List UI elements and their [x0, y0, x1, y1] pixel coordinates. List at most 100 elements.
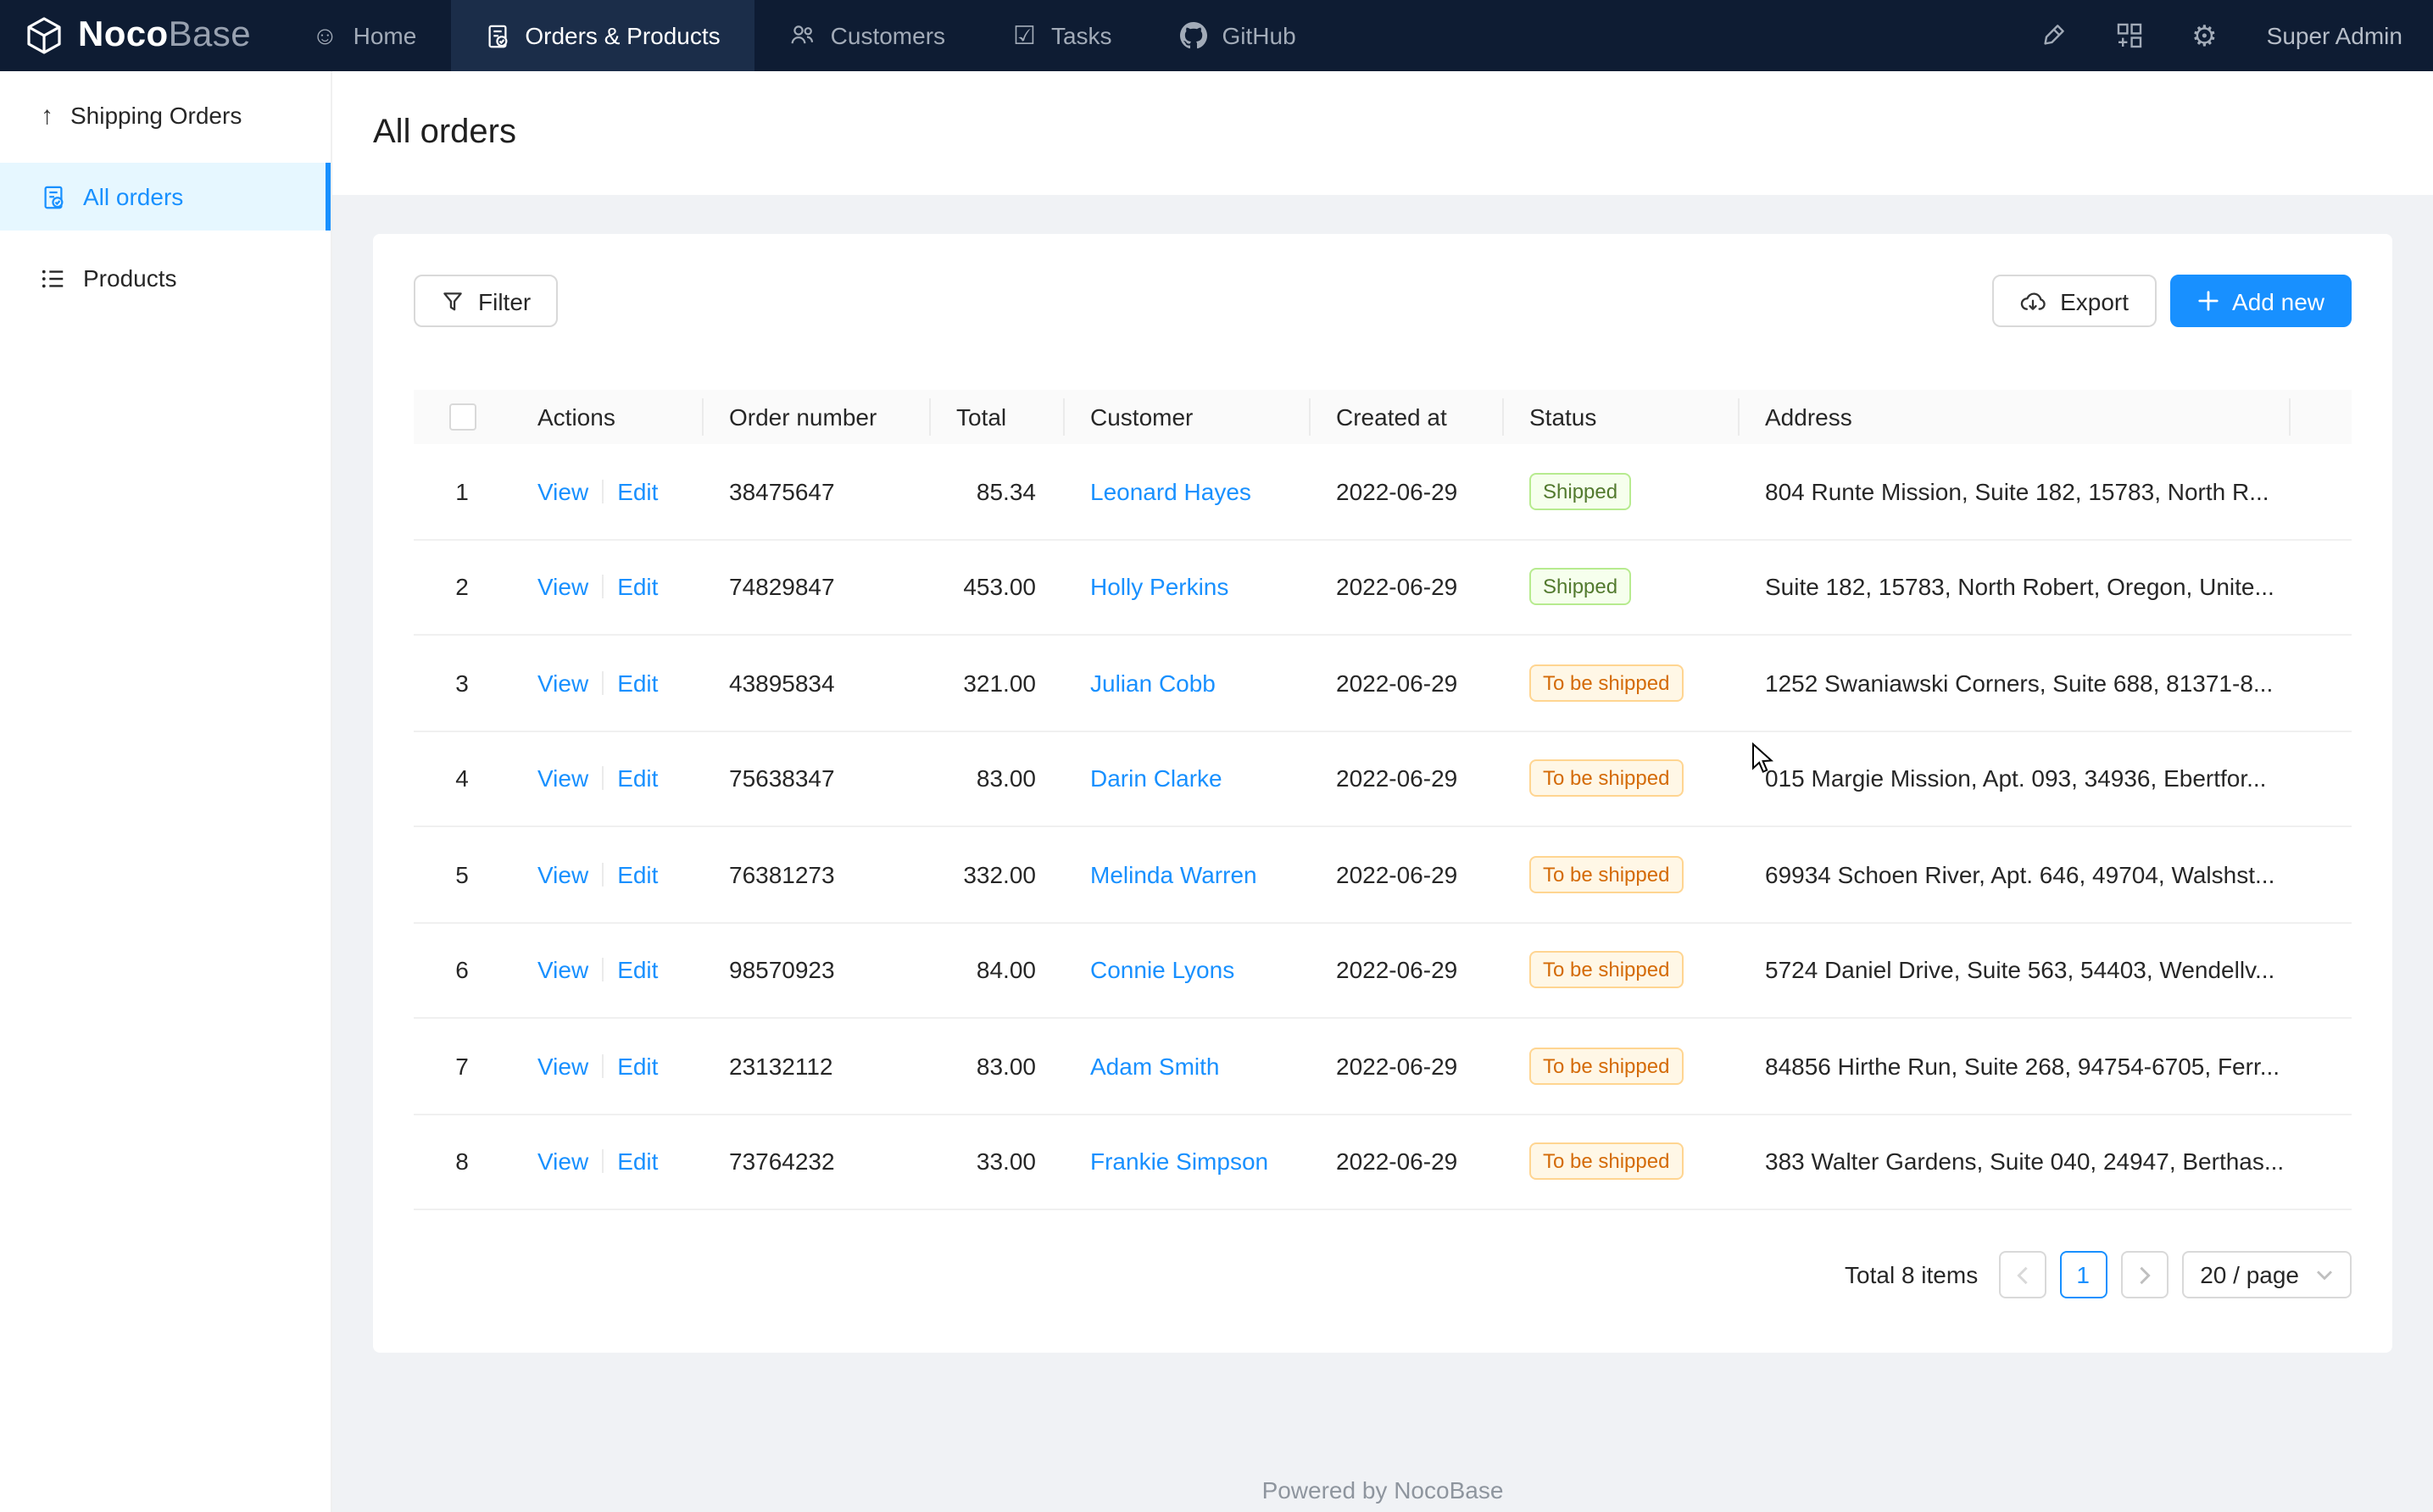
row-index: 6: [414, 957, 510, 984]
customer-link[interactable]: Julian Cobb: [1090, 670, 1216, 697]
view-link[interactable]: View: [537, 1148, 588, 1176]
tab-tasks[interactable]: ☑ Tasks: [979, 0, 1146, 71]
order-number-cell: 76381273: [702, 861, 929, 888]
view-link[interactable]: View: [537, 861, 588, 888]
chevron-right-icon: [2137, 1265, 2151, 1284]
customer-link[interactable]: Frankie Simpson: [1090, 1148, 1268, 1176]
status-cell: To be shipped: [1502, 664, 1738, 702]
customer-cell: Melinda Warren: [1063, 861, 1309, 888]
action-divider: [602, 671, 604, 695]
toolbar: Filter Export Add new: [414, 275, 2352, 327]
customer-link[interactable]: Connie Lyons: [1090, 957, 1234, 984]
prev-page-button[interactable]: [1998, 1251, 2046, 1298]
edit-link[interactable]: Edit: [617, 861, 658, 888]
view-link[interactable]: View: [537, 670, 588, 697]
customer-cell: Holly Perkins: [1063, 574, 1309, 601]
view-link[interactable]: View: [537, 1053, 588, 1080]
edit-link[interactable]: Edit: [617, 574, 658, 601]
edit-link[interactable]: Edit: [617, 670, 658, 697]
row-actions: View Edit: [510, 574, 702, 601]
select-all-checkbox[interactable]: [448, 403, 476, 431]
status-badge: Shipped: [1529, 569, 1631, 606]
row-actions: View Edit: [510, 861, 702, 888]
page-1-button[interactable]: 1: [2059, 1251, 2107, 1298]
status-cell: To be shipped: [1502, 952, 1738, 989]
page-size-select[interactable]: 20 / page: [2181, 1251, 2352, 1298]
created-at-cell: 2022-06-29: [1309, 1148, 1502, 1176]
status-cell: Shipped: [1502, 473, 1738, 510]
table-row: 3 View Edit 43895834 321.00 Julian Cobb …: [414, 634, 2352, 730]
add-new-button[interactable]: Add new: [2169, 275, 2352, 327]
nocobase-logo[interactable]: NocoBase: [0, 0, 278, 71]
sidebar-item-shipping-orders[interactable]: ↑ Shipping Orders: [0, 81, 331, 149]
table-header: Actions Order number Total Customer Crea…: [414, 390, 2352, 444]
edit-link[interactable]: Edit: [617, 478, 658, 505]
edit-link[interactable]: Edit: [617, 765, 658, 792]
total-cell: 84.00: [929, 957, 1063, 984]
customer-link[interactable]: Adam Smith: [1090, 1053, 1220, 1080]
pagination: Total 8 items 1 20 / page: [414, 1251, 2352, 1298]
action-divider: [602, 959, 604, 982]
export-button[interactable]: Export: [1992, 275, 2156, 327]
address-cell: 69934 Schoen River, Apt. 646, 49704, Wal…: [1738, 861, 2352, 888]
edit-link[interactable]: Edit: [617, 1053, 658, 1080]
row-actions: View Edit: [510, 765, 702, 792]
sidebar-item-all-orders[interactable]: All orders: [0, 163, 331, 231]
tab-github[interactable]: GitHub: [1146, 0, 1330, 71]
customer-link[interactable]: Melinda Warren: [1090, 861, 1257, 888]
order-number-cell: 75638347: [702, 765, 929, 792]
tab-customers[interactable]: Customers: [754, 0, 979, 71]
github-icon: [1180, 22, 1207, 49]
total-cell: 83.00: [929, 765, 1063, 792]
customer-link[interactable]: Holly Perkins: [1090, 574, 1228, 601]
address-cell: 015 Margie Mission, Apt. 093, 34936, Ebe…: [1738, 765, 2352, 792]
highlighter-icon[interactable]: [2039, 22, 2066, 49]
tab-orders-products[interactable]: Orders & Products: [450, 0, 754, 71]
tab-home[interactable]: ☺ Home: [278, 0, 450, 71]
status-badge: To be shipped: [1529, 760, 1683, 798]
appstore-add-icon[interactable]: [2115, 22, 2142, 49]
view-link[interactable]: View: [537, 765, 588, 792]
gear-icon[interactable]: ⚙: [2191, 21, 2218, 50]
total-cell: 33.00: [929, 1148, 1063, 1176]
table-row: 4 View Edit 75638347 83.00 Darin Clarke …: [414, 730, 2352, 825]
user-menu[interactable]: Super Admin: [2267, 22, 2402, 49]
next-page-button[interactable]: [2120, 1251, 2168, 1298]
check-square-icon: ☑: [1013, 23, 1036, 48]
table-row: 5 View Edit 76381273 332.00 Melinda Warr…: [414, 825, 2352, 921]
row-index: 3: [414, 670, 510, 697]
powered-by-footer: Powered by NocoBase: [332, 1476, 2433, 1504]
status-cell: To be shipped: [1502, 1143, 1738, 1181]
edit-link[interactable]: Edit: [617, 957, 658, 984]
edit-link[interactable]: Edit: [617, 1148, 658, 1176]
action-divider: [602, 1150, 604, 1174]
toolbar-right: Export Add new: [1992, 275, 2352, 327]
table-row: 2 View Edit 74829847 453.00 Holly Perkin…: [414, 538, 2352, 634]
action-divider: [602, 575, 604, 599]
row-index: 8: [414, 1148, 510, 1176]
tab-label: Tasks: [1051, 22, 1112, 49]
table-row: 6 View Edit 98570923 84.00 Connie Lyons …: [414, 921, 2352, 1017]
order-check-icon: [484, 23, 509, 48]
sidebar-item-label: All orders: [83, 183, 183, 210]
logo-text: NocoBase: [78, 15, 251, 56]
add-new-label: Add new: [2232, 287, 2324, 314]
customer-link[interactable]: Darin Clarke: [1090, 765, 1222, 792]
row-actions: View Edit: [510, 1148, 702, 1176]
customer-cell: Connie Lyons: [1063, 957, 1309, 984]
customer-link[interactable]: Leonard Hayes: [1090, 478, 1251, 505]
export-label: Export: [2060, 287, 2129, 314]
sidebar: ↑ Shipping Orders All orders Products: [0, 71, 332, 1512]
view-link[interactable]: View: [537, 957, 588, 984]
column-header-actions: Actions: [510, 390, 702, 444]
sidebar-item-products[interactable]: Products: [0, 244, 331, 312]
row-actions: View Edit: [510, 670, 702, 697]
view-link[interactable]: View: [537, 574, 588, 601]
sidebar-item-label: Shipping Orders: [70, 102, 242, 129]
filter-button[interactable]: Filter: [414, 275, 558, 327]
address-cell: 84856 Hirthe Run, Suite 268, 94754-6705,…: [1738, 1053, 2352, 1080]
created-at-cell: 2022-06-29: [1309, 574, 1502, 601]
view-link[interactable]: View: [537, 478, 588, 505]
created-at-cell: 2022-06-29: [1309, 861, 1502, 888]
row-actions: View Edit: [510, 1053, 702, 1080]
